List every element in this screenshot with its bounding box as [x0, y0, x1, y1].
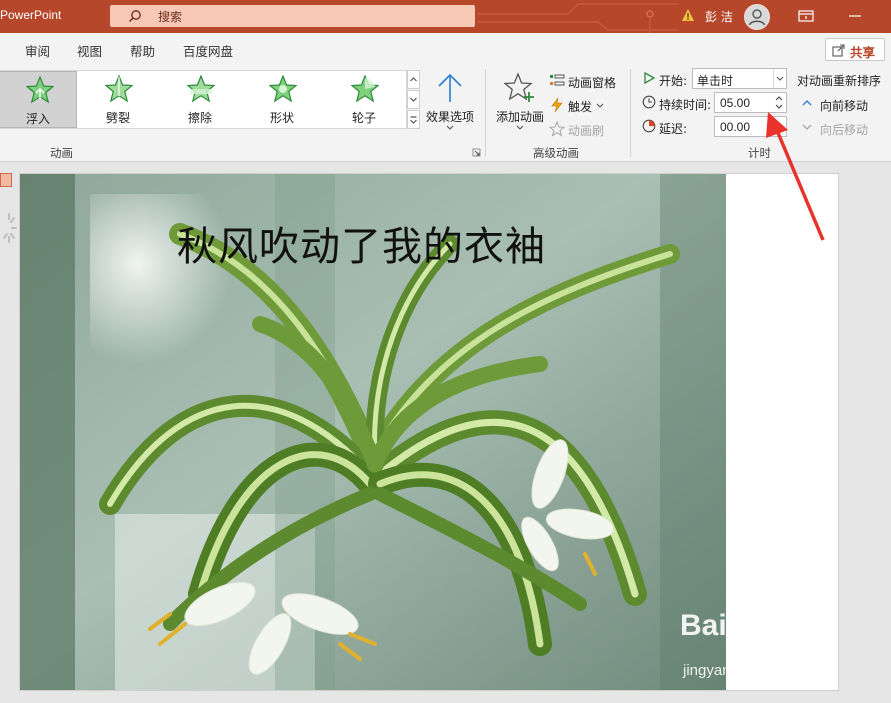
effect-wipe[interactable]: 擦除	[161, 71, 239, 128]
chevron-down-icon	[776, 76, 784, 81]
animation-gallery: 浮入 劈裂 擦除 形状 轮子	[0, 70, 407, 129]
animation-painter-icon	[549, 121, 565, 137]
chevron-up-icon	[410, 77, 417, 82]
tab-view[interactable]: 视图	[77, 41, 102, 60]
chevron-up-icon	[802, 100, 812, 106]
star-shape-icon	[269, 75, 297, 103]
search-box[interactable]: 搜索	[110, 5, 475, 27]
share-button[interactable]: 共享	[825, 38, 885, 61]
play-icon	[644, 71, 656, 85]
chevron-down-icon	[446, 125, 454, 130]
animation-painter-button[interactable]: 动画刷	[549, 120, 619, 138]
effect-options-label: 效果选项	[425, 110, 474, 124]
watermark-main: Bai 经验	[680, 609, 796, 642]
group-separator	[630, 69, 631, 157]
share-label: 共享	[850, 45, 876, 60]
star-float-in-icon	[26, 76, 54, 104]
clock-icon	[642, 95, 656, 109]
animation-pane-label: 动画窗格	[568, 76, 617, 90]
effect-label: 浮入	[25, 112, 50, 126]
dialog-launcher-icon[interactable]	[472, 148, 481, 157]
tab-baidu-netdisk[interactable]: 百度网盘	[183, 41, 233, 60]
effect-wheel[interactable]: 轮子	[325, 71, 403, 128]
loading-spinner-icon	[3, 213, 17, 243]
chevron-down-icon	[596, 103, 604, 108]
duration-label: 持续时间:	[659, 98, 712, 112]
star-wheel-icon	[351, 75, 379, 103]
gallery-down-button[interactable]	[407, 90, 420, 109]
expand-gallery-icon	[410, 116, 417, 124]
effect-shape[interactable]: 形状	[243, 71, 321, 128]
slide-photo[interactable]: 秋风吹动了我的衣袖	[20, 174, 726, 690]
gallery-scroll	[407, 70, 420, 129]
effect-label: 形状	[269, 111, 294, 125]
duration-value: 05.00	[720, 96, 751, 110]
add-animation-label: 添加动画	[495, 110, 544, 124]
ribbon-display-options-icon[interactable]	[796, 6, 816, 26]
minimize-icon[interactable]	[845, 6, 865, 26]
delay-row: 延迟:	[642, 116, 702, 138]
effect-options-button[interactable]: 效果选项	[424, 70, 476, 140]
effect-label: 劈裂	[105, 111, 130, 125]
search-icon	[129, 10, 141, 22]
duration-row: 持续时间:	[642, 92, 714, 114]
add-animation-button[interactable]: 添加动画	[494, 70, 546, 140]
start-value: 单击时	[697, 74, 734, 88]
arrow-up-icon	[438, 73, 462, 102]
delay-clock-icon	[642, 119, 656, 133]
warning-icon[interactable]	[681, 8, 695, 22]
star-wipe-icon	[187, 75, 215, 103]
app-name: PowerPoint	[0, 8, 62, 22]
ribbon: 浮入 劈裂 擦除 形状 轮子 效果选项 动画 添加动画 动画窗格 触发 动画刷 …	[0, 65, 891, 162]
title-bar: PowerPoint 搜索 彭 洁	[0, 0, 891, 33]
animation-pane-icon	[550, 74, 565, 86]
start-label: 开始:	[659, 74, 688, 88]
star-split-icon	[105, 75, 133, 103]
animation-pane-button[interactable]: 动画窗格	[549, 72, 629, 90]
watermark-sub: jingyan.baidu.com	[683, 662, 804, 679]
effect-label: 擦除	[187, 111, 212, 125]
lightning-icon	[551, 97, 563, 113]
annotation-arrow-icon	[766, 112, 825, 241]
tab-review[interactable]: 审阅	[25, 41, 50, 60]
start-select[interactable]: 单击时	[692, 68, 787, 89]
user-name[interactable]: 彭 洁	[705, 8, 733, 25]
chevron-down-icon	[410, 97, 417, 102]
person-icon	[748, 9, 766, 26]
trigger-button[interactable]: 触发	[549, 96, 619, 114]
search-placeholder: 搜索	[158, 10, 183, 24]
ribbon-tabs: 审阅 视图 帮助 百度网盘 共享	[0, 33, 891, 65]
effect-label: 轮子	[351, 111, 376, 125]
avatar[interactable]	[744, 4, 770, 30]
effect-split[interactable]: 劈裂	[79, 71, 157, 128]
gallery-more-button[interactable]	[407, 110, 420, 129]
gallery-up-button[interactable]	[407, 70, 420, 89]
animation-painter-label: 动画刷	[568, 124, 605, 138]
add-animation-star-icon	[504, 72, 534, 102]
animation-tag[interactable]	[0, 173, 12, 187]
group-label-advanced-animation: 高级动画	[533, 146, 579, 160]
tab-help[interactable]: 帮助	[130, 41, 155, 60]
group-label-animation: 动画	[50, 146, 73, 160]
trigger-label: 触发	[568, 100, 593, 114]
share-icon	[832, 44, 845, 57]
slide-title[interactable]: 秋风吹动了我的衣袖	[177, 214, 546, 272]
chevron-down-icon	[516, 125, 524, 130]
delay-value: 00.00	[720, 120, 751, 134]
start-row: 开始:	[642, 68, 692, 90]
baidu-watermark: Bai 经验 jingyan.baidu.com	[680, 600, 850, 685]
reorder-title: 对动画重新排序	[797, 74, 882, 88]
circuit-decoration	[478, 3, 678, 33]
effect-float-in[interactable]: 浮入	[0, 71, 77, 128]
delay-label: 延迟:	[659, 122, 688, 136]
start-dropdown-arrow[interactable]	[773, 69, 786, 88]
group-separator	[485, 69, 486, 157]
